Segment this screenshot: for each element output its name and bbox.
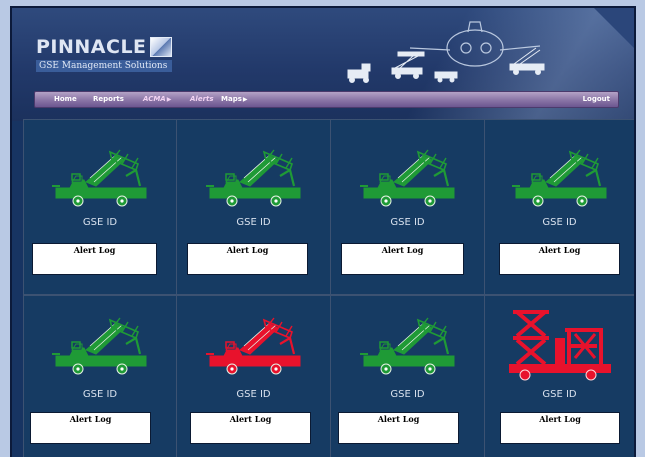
- vehicle-status-icon[interactable]: [358, 148, 458, 210]
- vehicle-status-icon[interactable]: [510, 148, 610, 210]
- equipment-tile[interactable]: GSE ID Alert Log: [331, 120, 484, 294]
- logo-square-icon: [149, 37, 172, 57]
- vehicle-status-icon[interactable]: [204, 316, 304, 378]
- alert-log-label: Alert Log: [226, 245, 269, 255]
- equipment-tile[interactable]: GSE ID Alert Log: [24, 296, 176, 457]
- alert-log-box[interactable]: Alert Log: [341, 243, 464, 275]
- vehicle-status-icon[interactable]: [358, 316, 458, 378]
- nav-maps[interactable]: Maps▶: [221, 92, 248, 107]
- alert-log-label: Alert Log: [381, 245, 424, 255]
- submenu-arrow-icon: ▶: [242, 96, 248, 103]
- stair-truck-icon: [206, 317, 301, 375]
- gse-id-label: GSE ID: [82, 217, 118, 228]
- alert-log-box[interactable]: Alert Log: [500, 412, 620, 444]
- nav-reports[interactable]: Reports: [93, 92, 124, 107]
- alert-log-label: Alert Log: [538, 245, 581, 255]
- stair-truck-icon: [52, 149, 147, 207]
- logo-wordmark: PINNACLE: [36, 36, 147, 58]
- gse-id-label: GSE ID: [542, 389, 577, 400]
- alert-log-label: Alert Log: [229, 414, 272, 424]
- stair-truck-icon: [512, 149, 607, 207]
- gse-id-label: GSE ID: [82, 389, 118, 400]
- alert-log-label: Alert Log: [539, 414, 581, 424]
- logo-subtitle: GSE Management Solutions: [36, 60, 172, 72]
- main-nav: Home Reports ACMA▶ Alerts Maps▶ Logout: [34, 91, 619, 108]
- nav-alerts[interactable]: Alerts: [190, 92, 214, 107]
- stair-truck-icon: [206, 149, 301, 207]
- header-banner: PINNACLE GSE Management Solutions Home R…: [12, 8, 634, 121]
- alert-log-box[interactable]: Alert Log: [190, 412, 311, 444]
- alert-log-box[interactable]: Alert Log: [32, 243, 157, 275]
- equipment-tile[interactable]: GSE ID Alert Log: [331, 296, 484, 457]
- stair-truck-icon: [360, 317, 455, 375]
- scissor-lift-truck-icon: [509, 310, 611, 381]
- equipment-tile[interactable]: GSE ID Alert Log: [24, 120, 176, 294]
- header-corner: [594, 8, 634, 48]
- gse-id-label: GSE ID: [390, 389, 425, 400]
- equipment-tile[interactable]: GSE ID Alert Log: [485, 296, 634, 457]
- submenu-arrow-icon: ▶: [166, 96, 172, 103]
- vehicle-status-icon[interactable]: [505, 308, 615, 382]
- vehicle-status-icon[interactable]: [50, 148, 150, 210]
- logo[interactable]: PINNACLE GSE Management Solutions: [36, 36, 172, 72]
- alert-log-label: Alert Log: [69, 414, 112, 424]
- alert-log-label: Alert Log: [73, 245, 116, 255]
- gse-id-label: GSE ID: [542, 217, 577, 228]
- stair-truck-icon: [360, 149, 455, 207]
- equipment-grid: GSE ID Alert Log GSE ID Alert Log GSE ID Aler…: [23, 119, 634, 457]
- gse-id-label: GSE ID: [236, 217, 271, 228]
- app-frame: PINNACLE GSE Management Solutions Home R…: [10, 6, 636, 457]
- ground-vehicles-icon: [347, 47, 545, 83]
- gse-id-label: GSE ID: [236, 389, 271, 400]
- alert-log-label: Alert Log: [377, 414, 420, 424]
- nav-acma[interactable]: ACMA▶: [143, 92, 171, 107]
- nav-home[interactable]: Home: [54, 92, 77, 107]
- equipment-tile[interactable]: GSE ID Alert Log: [177, 120, 330, 294]
- vehicle-status-icon[interactable]: [50, 316, 150, 378]
- alert-log-box[interactable]: Alert Log: [338, 412, 459, 444]
- alert-log-box[interactable]: Alert Log: [187, 243, 308, 275]
- airport-equipment-illustration: [347, 21, 545, 83]
- gse-id-label: GSE ID: [390, 217, 425, 228]
- alert-log-box[interactable]: Alert Log: [499, 243, 620, 275]
- equipment-tile[interactable]: GSE ID Alert Log: [485, 120, 634, 294]
- vehicle-status-icon[interactable]: [204, 148, 304, 210]
- nav-logout[interactable]: Logout: [583, 92, 610, 107]
- stair-truck-icon: [52, 317, 147, 375]
- alert-log-box[interactable]: Alert Log: [30, 412, 151, 444]
- equipment-tile[interactable]: GSE ID Alert Log: [177, 296, 330, 457]
